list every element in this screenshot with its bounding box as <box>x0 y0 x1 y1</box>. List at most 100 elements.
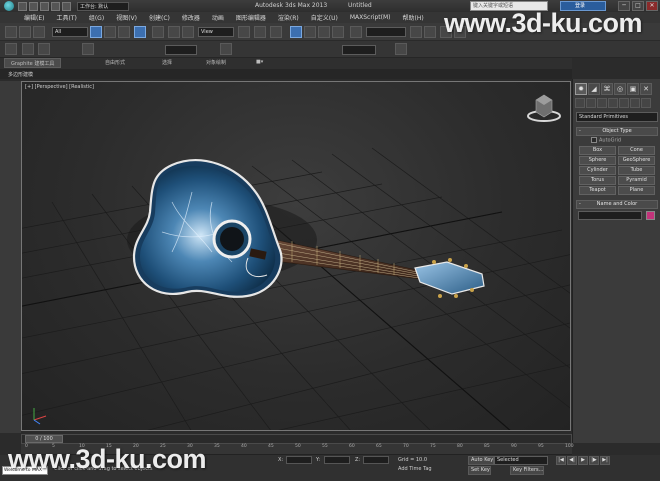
object-name-field[interactable] <box>578 211 642 220</box>
teapot-icon[interactable] <box>5 43 17 55</box>
layer-add-icon[interactable] <box>38 43 50 55</box>
tab-graphite-modeling[interactable]: Graphite 建模工具 <box>4 58 62 68</box>
go-to-end-icon[interactable]: ▶| <box>600 456 610 465</box>
percent-snap-icon[interactable] <box>318 26 330 38</box>
tab-object-paint[interactable]: 对象绘制 <box>206 59 226 66</box>
render-setup-icon[interactable] <box>82 43 94 55</box>
tube-button[interactable]: Tube <box>618 166 655 175</box>
z-coord-field[interactable] <box>363 456 389 464</box>
select-scale-icon[interactable] <box>182 26 194 38</box>
unlink-icon[interactable] <box>19 26 31 38</box>
menu-help[interactable]: 帮助(H) <box>403 13 424 22</box>
tab-freeform[interactable]: 自由形式 <box>105 59 125 66</box>
key-filters-button[interactable]: Key Filters... <box>510 466 545 475</box>
select-link-icon[interactable] <box>5 26 17 38</box>
shapes-icon[interactable] <box>586 98 596 108</box>
named-selection-select[interactable] <box>366 27 406 37</box>
time-slider-thumb[interactable]: 0 / 100 <box>25 435 63 443</box>
object-type-rollout[interactable]: - Object Type <box>576 127 658 136</box>
auto-key-button[interactable]: Auto Key <box>468 456 495 465</box>
autogrid-checkbox[interactable]: AutoGrid <box>591 137 621 144</box>
app-logo-icon[interactable] <box>2 0 16 12</box>
motion-tab-icon[interactable]: ◎ <box>614 83 626 95</box>
selection-filter-select[interactable]: All <box>52 27 88 37</box>
undo-icon[interactable] <box>51 1 60 11</box>
key-selection-select[interactable]: Selected <box>494 456 548 465</box>
go-to-start-icon[interactable]: |◀ <box>556 456 566 465</box>
render-preset-select[interactable] <box>342 45 376 55</box>
select-manipulate-icon[interactable] <box>254 26 266 38</box>
sphere-button[interactable]: Sphere <box>579 156 616 165</box>
window-crossing-icon[interactable] <box>134 26 146 38</box>
tab-selection[interactable]: 选择 <box>162 59 172 66</box>
menu-rendering[interactable]: 渲染(R) <box>278 13 299 22</box>
new-file-icon[interactable] <box>18 1 27 11</box>
time-slider[interactable]: 0 / 100 <box>21 434 572 444</box>
save-file-icon[interactable] <box>40 1 49 11</box>
hierarchy-tab-icon[interactable]: ⌘ <box>601 83 613 95</box>
menu-group[interactable]: 组(G) <box>89 13 104 22</box>
open-file-icon[interactable] <box>29 1 38 11</box>
pyramid-button[interactable]: Pyramid <box>618 176 655 185</box>
menu-animation[interactable]: 动画 <box>212 13 224 22</box>
perspective-viewport[interactable]: [+] [Perspective] [Realistic] <box>21 81 571 431</box>
menu-graph-editors[interactable]: 图形编辑器 <box>236 13 266 22</box>
select-rotate-icon[interactable] <box>168 26 180 38</box>
redo-icon[interactable] <box>62 1 71 11</box>
cameras-icon[interactable] <box>608 98 618 108</box>
menu-customize[interactable]: 自定义(U) <box>311 13 338 22</box>
mirror-icon[interactable] <box>410 26 422 38</box>
y-coord-field[interactable] <box>324 456 350 464</box>
x-coord-field[interactable] <box>286 456 312 464</box>
layer-select[interactable] <box>165 45 197 55</box>
workspace-select[interactable]: 工作台: 默认 <box>77 1 129 11</box>
render-frame-icon[interactable] <box>395 43 407 55</box>
utilities-tab-icon[interactable]: ✕ <box>640 83 652 95</box>
close-button[interactable]: ✕ <box>646 1 658 11</box>
menu-create[interactable]: 创建(C) <box>149 13 170 22</box>
geosphere-button[interactable]: GeoSphere <box>618 156 655 165</box>
space-warps-icon[interactable] <box>630 98 640 108</box>
ribbon-options-icon[interactable]: ■▾ <box>256 59 263 65</box>
modify-tab-icon[interactable]: ◢ <box>588 83 600 95</box>
menu-edit[interactable]: 编辑(E) <box>24 13 44 22</box>
helpers-icon[interactable] <box>619 98 629 108</box>
menu-views[interactable]: 视图(V) <box>116 13 137 22</box>
select-move-icon[interactable] <box>152 26 164 38</box>
snap-toggle-icon[interactable] <box>290 26 302 38</box>
cylinder-button[interactable]: Cylinder <box>579 166 616 175</box>
object-color-swatch[interactable] <box>646 211 655 220</box>
add-time-tag-button[interactable]: Add Time Tag <box>398 466 432 472</box>
teapot-button[interactable]: Teapot <box>579 186 616 195</box>
plane-button[interactable]: Plane <box>618 186 655 195</box>
material-editor-icon[interactable] <box>220 43 232 55</box>
previous-frame-icon[interactable]: ◀| <box>567 456 577 465</box>
primitive-category-select[interactable]: Standard Primitives <box>576 112 658 122</box>
lights-icon[interactable] <box>597 98 607 108</box>
systems-icon[interactable] <box>641 98 651 108</box>
menu-tools[interactable]: 工具(T) <box>56 13 76 22</box>
edit-named-selection-icon[interactable] <box>350 26 362 38</box>
viewport-label[interactable]: [+] [Perspective] [Realistic] <box>25 84 94 90</box>
create-tab-icon[interactable]: ✹ <box>575 83 587 95</box>
spinner-snap-icon[interactable] <box>332 26 344 38</box>
next-frame-icon[interactable]: |▶ <box>589 456 599 465</box>
play-icon[interactable]: ▶ <box>578 456 588 465</box>
reference-coord-select[interactable]: View <box>198 27 234 37</box>
torus-button[interactable]: Torus <box>579 176 616 185</box>
select-object-icon[interactable] <box>90 26 102 38</box>
bind-space-warp-icon[interactable] <box>33 26 45 38</box>
align-icon[interactable] <box>424 26 436 38</box>
rectangular-selection-icon[interactable] <box>118 26 130 38</box>
select-by-name-icon[interactable] <box>104 26 116 38</box>
set-key-button[interactable]: Set Key <box>468 466 491 475</box>
keyboard-shortcut-icon[interactable] <box>270 26 282 38</box>
menu-maxscript[interactable]: MAXScript(M) <box>350 14 391 21</box>
name-color-rollout[interactable]: - Name and Color <box>576 200 658 209</box>
cone-button[interactable]: Cone <box>618 146 655 155</box>
geometry-icon[interactable] <box>575 98 585 108</box>
menu-modifiers[interactable]: 修改器 <box>182 13 200 22</box>
pivot-center-icon[interactable] <box>238 26 250 38</box>
box-button[interactable]: Box <box>579 146 616 155</box>
display-tab-icon[interactable]: ▣ <box>627 83 639 95</box>
